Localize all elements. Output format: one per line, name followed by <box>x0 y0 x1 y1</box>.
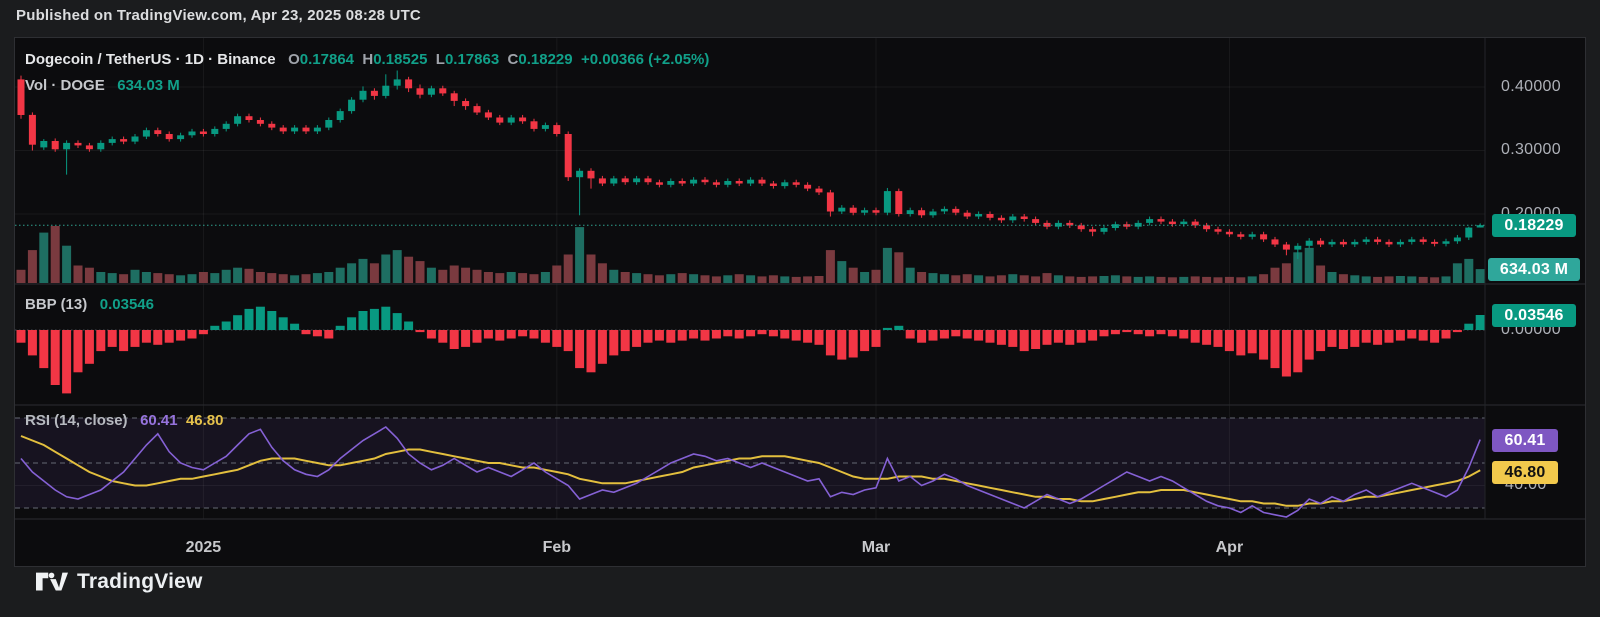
price-tick-030[interactable]: 0.30000 <box>1501 141 1561 159</box>
volume-legend[interactable]: Vol · DOGE 634.03 M <box>25 77 180 94</box>
bbp-badge: 0.03546 <box>1492 304 1576 327</box>
rsi-ma-badge: 46.80 <box>1492 461 1558 484</box>
tradingview-logo-icon <box>36 571 68 593</box>
volume-badge: 634.03 M <box>1488 258 1580 281</box>
rsi-value: 60.41 <box>140 412 178 429</box>
open-label: O <box>288 51 300 68</box>
low-label: L <box>436 51 445 68</box>
high-label: H <box>362 51 373 68</box>
rsi-badge: 60.41 <box>1492 429 1558 452</box>
tradingview-logo-text: TradingView <box>77 570 203 594</box>
chart-frame: Dogecoin / TetherUS · 1D · Binance O0.17… <box>14 37 1586 567</box>
time-axis-label: Apr <box>1216 539 1244 557</box>
open-value: 0.17864 <box>300 51 354 68</box>
symbol-legend[interactable]: Dogecoin / TetherUS · 1D · Binance O0.17… <box>25 51 709 68</box>
close-label: C <box>508 51 519 68</box>
symbol-title: Dogecoin / TetherUS · 1D · Binance <box>25 51 276 68</box>
bbp-label: BBP (13) <box>25 296 87 313</box>
chart-canvas[interactable] <box>15 38 1585 566</box>
low-value: 0.17863 <box>445 51 499 68</box>
change-value: +0.00366 (+2.05%) <box>581 51 709 68</box>
time-axis-label: Feb <box>543 539 571 557</box>
time-axis-label: Mar <box>862 539 890 557</box>
last-price-badge: 0.18229 <box>1492 214 1576 237</box>
volume-value: 634.03 M <box>117 77 180 94</box>
high-value: 0.18525 <box>373 51 427 68</box>
bbp-value: 0.03546 <box>100 296 154 313</box>
close-value: 0.18229 <box>518 51 572 68</box>
price-tick-040[interactable]: 0.40000 <box>1501 78 1561 96</box>
rsi-label: RSI (14, close) <box>25 412 128 429</box>
rsi-legend[interactable]: RSI (14, close) 60.41 46.80 <box>25 412 224 429</box>
published-header: Published on TradingView.com, Apr 23, 20… <box>16 7 421 24</box>
rsi-ma-value: 46.80 <box>186 412 224 429</box>
footer-brand[interactable]: TradingView <box>36 570 203 594</box>
volume-label: Vol · DOGE <box>25 77 105 94</box>
published-chart-page: { "header": { "published_line": "Publish… <box>0 0 1600 617</box>
time-axis-label: 2025 <box>186 539 222 557</box>
bbp-legend[interactable]: BBP (13) 0.03546 <box>25 296 154 313</box>
